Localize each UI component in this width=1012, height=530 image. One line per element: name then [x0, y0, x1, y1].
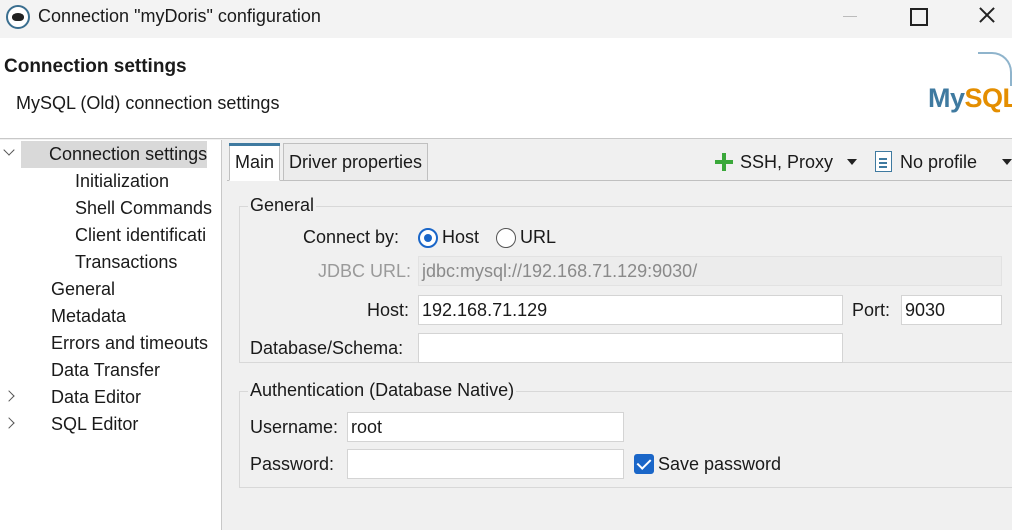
window-title: Connection "myDoris" configuration [38, 6, 321, 26]
title-bar: Connection "myDoris" configuration [0, 0, 1012, 38]
password-label: Password: [250, 454, 335, 474]
nav-item-label: Metadata [51, 306, 127, 326]
chevron-right-icon[interactable] [3, 390, 15, 402]
nav-item-label: SQL Editor [51, 414, 139, 434]
jdbc-url-field[interactable]: jdbc:mysql://192.168.71.129:9030/ [418, 256, 1002, 286]
plus-icon [715, 153, 733, 171]
nav-item-initialization[interactable]: Initialization [0, 168, 221, 195]
profile-label: No profile [900, 152, 978, 172]
database-schema-field[interactable] [418, 333, 843, 363]
authentication-group: Authentication (Database Native) Usernam… [239, 380, 1012, 488]
connect-host-radio[interactable] [418, 228, 438, 248]
minimize-button[interactable] [826, 0, 876, 32]
dialog-header: Connection settings MySQL (Old) connecti… [0, 38, 1012, 139]
nav-item-shell-commands[interactable]: Shell Commands [0, 195, 221, 222]
nav-item-transactions[interactable]: Transactions [0, 249, 221, 276]
header-subtitle: MySQL (Old) connection settings [16, 93, 280, 113]
nav-item-general[interactable]: General [0, 276, 221, 303]
authentication-group-title: Authentication (Database Native) [248, 380, 517, 401]
close-button[interactable] [962, 0, 1012, 32]
connection-main-panel: Main Driver properties SSH, Proxy No pro… [227, 140, 1012, 530]
port-label: Port: [852, 300, 891, 320]
chevron-down-icon[interactable] [3, 144, 15, 156]
nav-item-label: Connection settings [21, 141, 208, 168]
logo-prefix: My [928, 83, 965, 113]
settings-nav-tree: Connection settings Initialization Shell… [0, 140, 222, 530]
document-icon [875, 151, 892, 172]
chevron-right-icon[interactable] [3, 417, 15, 429]
port-field[interactable]: 9030 [901, 295, 1002, 325]
save-password-checkbox[interactable] [634, 454, 654, 474]
nav-item-errors-and-timeouts[interactable]: Errors and timeouts [0, 330, 221, 357]
connect-url-label[interactable]: URL [520, 227, 556, 248]
ssh-proxy-label: SSH, Proxy [740, 152, 834, 172]
nav-item-label: Transactions [75, 252, 178, 272]
save-password-label[interactable]: Save password [658, 454, 781, 475]
connect-host-label[interactable]: Host [442, 227, 479, 248]
connect-url-radio[interactable] [496, 228, 516, 248]
ssh-proxy-button[interactable]: SSH, Proxy [715, 150, 861, 176]
nav-item-data-editor[interactable]: Data Editor [0, 384, 221, 411]
caret-down-icon[interactable] [1002, 159, 1012, 165]
nav-item-label: Data Editor [51, 387, 142, 407]
mysql-logo: MySQL [928, 83, 1012, 114]
nav-item-connection-settings[interactable]: Connection settings [0, 141, 221, 168]
profile-selector[interactable]: No profile [875, 150, 1012, 176]
nav-item-sql-editor[interactable]: SQL Editor [0, 411, 221, 438]
dbeaver-beaver-icon [6, 5, 30, 29]
nav-item-metadata[interactable]: Metadata [0, 303, 221, 330]
username-field[interactable]: root [347, 412, 624, 442]
tab-main[interactable]: Main [229, 143, 281, 181]
username-label: Username: [250, 417, 339, 437]
nav-item-label: Client identificati [75, 225, 207, 245]
connect-by-label: Connect by: [303, 227, 400, 247]
nav-item-data-transfer[interactable]: Data Transfer [0, 357, 221, 384]
host-label: Host: [367, 300, 410, 320]
jdbc-url-label: JDBC URL: [318, 261, 412, 281]
header-title: Connection settings [4, 56, 187, 77]
nav-item-label: Shell Commands [75, 198, 213, 218]
host-field[interactable]: 192.168.71.129 [418, 295, 843, 325]
logo-suffix: SQL [964, 83, 1012, 113]
nav-item-label: Errors and timeouts [51, 333, 209, 353]
nav-item-label: General [51, 279, 116, 299]
database-schema-label: Database/Schema: [250, 338, 404, 358]
mysql-dolphin-icon [978, 52, 1012, 86]
nav-item-label: Initialization [75, 171, 170, 191]
general-group-title: General [248, 195, 317, 216]
maximize-button[interactable] [893, 0, 943, 32]
password-field[interactable] [347, 449, 624, 479]
nav-item-client-identification[interactable]: Client identificati [0, 222, 221, 249]
nav-item-label: Data Transfer [51, 360, 161, 380]
tab-driver-properties[interactable]: Driver properties [283, 143, 429, 181]
general-group: General Connect by: Host URL JDBC URL: j… [239, 195, 1012, 363]
caret-down-icon[interactable] [847, 159, 857, 165]
